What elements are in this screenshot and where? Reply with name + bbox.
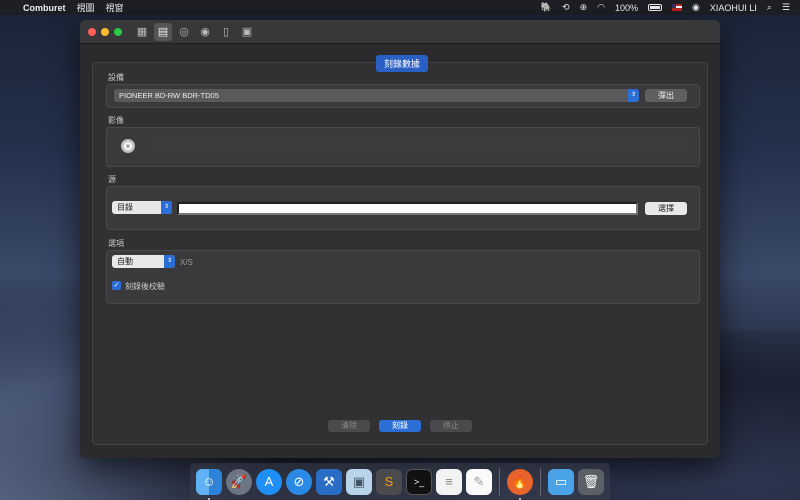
burn-progress-bar (150, 141, 690, 151)
burn-button[interactable]: 刻錄 (379, 420, 421, 432)
input-source-flag-icon[interactable] (672, 4, 682, 11)
dock: ☺ 🚀 A ⊘ ⚒ ▣ S >_ ≡ ✎ 🔥 ▭ 🗑 (190, 463, 610, 500)
dock-separator (499, 467, 500, 496)
comburet-icon[interactable]: 🔥 (507, 468, 533, 500)
battery-icon[interactable] (648, 4, 662, 11)
menu-window[interactable]: 視窗 (106, 1, 124, 14)
source-section-label: 源 (108, 175, 116, 184)
user-menu[interactable]: XIAOHUI LI (710, 3, 757, 13)
battery-percent: 100% (614, 2, 638, 13)
toolbar-file-icon[interactable]: ▯ (217, 23, 235, 41)
speed-unit-label: X/S (180, 258, 193, 267)
finder-icon[interactable]: ☺ (196, 468, 222, 500)
device-section-label: 設備 (108, 73, 124, 82)
elephant-icon[interactable]: 🐘 (541, 3, 552, 12)
toolbar-file-lock-icon[interactable]: ▣ (238, 23, 256, 41)
spotlight-search-icon[interactable]: ⌕ (767, 3, 772, 12)
menubar: Comburet 視圖 視窗 🐘 ⟲ ⊕ ◠ 100% ◉ XIAOHUI LI… (0, 0, 800, 15)
trash-icon[interactable]: 🗑 (578, 468, 604, 495)
choose-button[interactable]: 選擇 (645, 202, 687, 215)
speed-select[interactable]: 自動 ⇕ (112, 255, 175, 268)
launchpad-icon[interactable]: 🚀 (226, 468, 252, 495)
close-button[interactable] (88, 27, 96, 36)
stop-button[interactable]: 停止 (430, 420, 472, 432)
app-store-icon[interactable]: A (256, 468, 282, 495)
options-section-label: 選項 (108, 239, 124, 248)
minimize-button[interactable] (101, 27, 109, 36)
clear-button[interactable]: 清除 (328, 420, 370, 432)
sublime-icon[interactable]: S (376, 468, 402, 495)
toolbar-disc-add-icon[interactable]: ◉ (196, 23, 214, 41)
menu-view[interactable]: 視圖 (77, 1, 95, 14)
device-selected-value: PIONEER BD-RW BDR-TD05 (119, 91, 219, 100)
source-type-select[interactable]: 目錄 ⇕ (112, 201, 172, 214)
app-name-menu[interactable]: Comburet (23, 3, 66, 13)
wifi-icon[interactable]: ◠ (597, 3, 605, 12)
source-type-value: 目錄 (117, 203, 133, 212)
verify-label: 刻錄後校驗 (125, 282, 165, 291)
device-select[interactable]: PIONEER BD-RW BDR-TD05 ⇕ (114, 89, 639, 102)
folder-icon[interactable]: ▭ (548, 468, 574, 495)
pages-icon[interactable]: ✎ (466, 468, 492, 495)
box-icon[interactable]: ▣ (346, 468, 372, 495)
source-path-input[interactable] (177, 202, 638, 215)
tab-burn-data[interactable]: 刻錄數據 (376, 55, 429, 72)
toolbar-disc-icon[interactable]: ◎ (175, 23, 193, 41)
speed-selected-value: 自動 (117, 257, 133, 266)
toolbar-shop-icon[interactable]: ▦ (133, 23, 151, 41)
select-arrows-icon: ⇕ (164, 255, 175, 268)
terminal-icon[interactable]: >_ (406, 468, 432, 495)
options-box (106, 250, 700, 304)
select-arrows-icon: ⇕ (161, 201, 172, 214)
verify-checkbox[interactable]: ✓ (112, 281, 121, 290)
dock-separator (540, 467, 541, 496)
safari-icon[interactable]: ⊘ (286, 468, 312, 495)
xcode-icon[interactable]: ⚒ (316, 468, 342, 495)
disc-icon (121, 139, 135, 153)
zoom-button[interactable] (114, 27, 122, 36)
toolbar: ▦ ▤ ◎ ◉ ▯ ▣ (133, 22, 256, 41)
titlebar: ▦ ▤ ◎ ◉ ▯ ▣ (80, 20, 720, 44)
network-icon[interactable]: ⊕ (580, 3, 588, 12)
eject-button[interactable]: 彈出 (645, 89, 687, 102)
toolbar-document-icon[interactable]: ▤ (154, 22, 172, 41)
notification-center-icon[interactable]: ☰ (782, 3, 790, 12)
siri-icon[interactable]: ◉ (692, 3, 700, 12)
select-arrows-icon: ⇕ (628, 89, 639, 102)
media-section-label: 影像 (108, 116, 124, 125)
time-machine-icon[interactable]: ⟲ (562, 3, 570, 12)
textedit-icon[interactable]: ≡ (436, 468, 462, 495)
